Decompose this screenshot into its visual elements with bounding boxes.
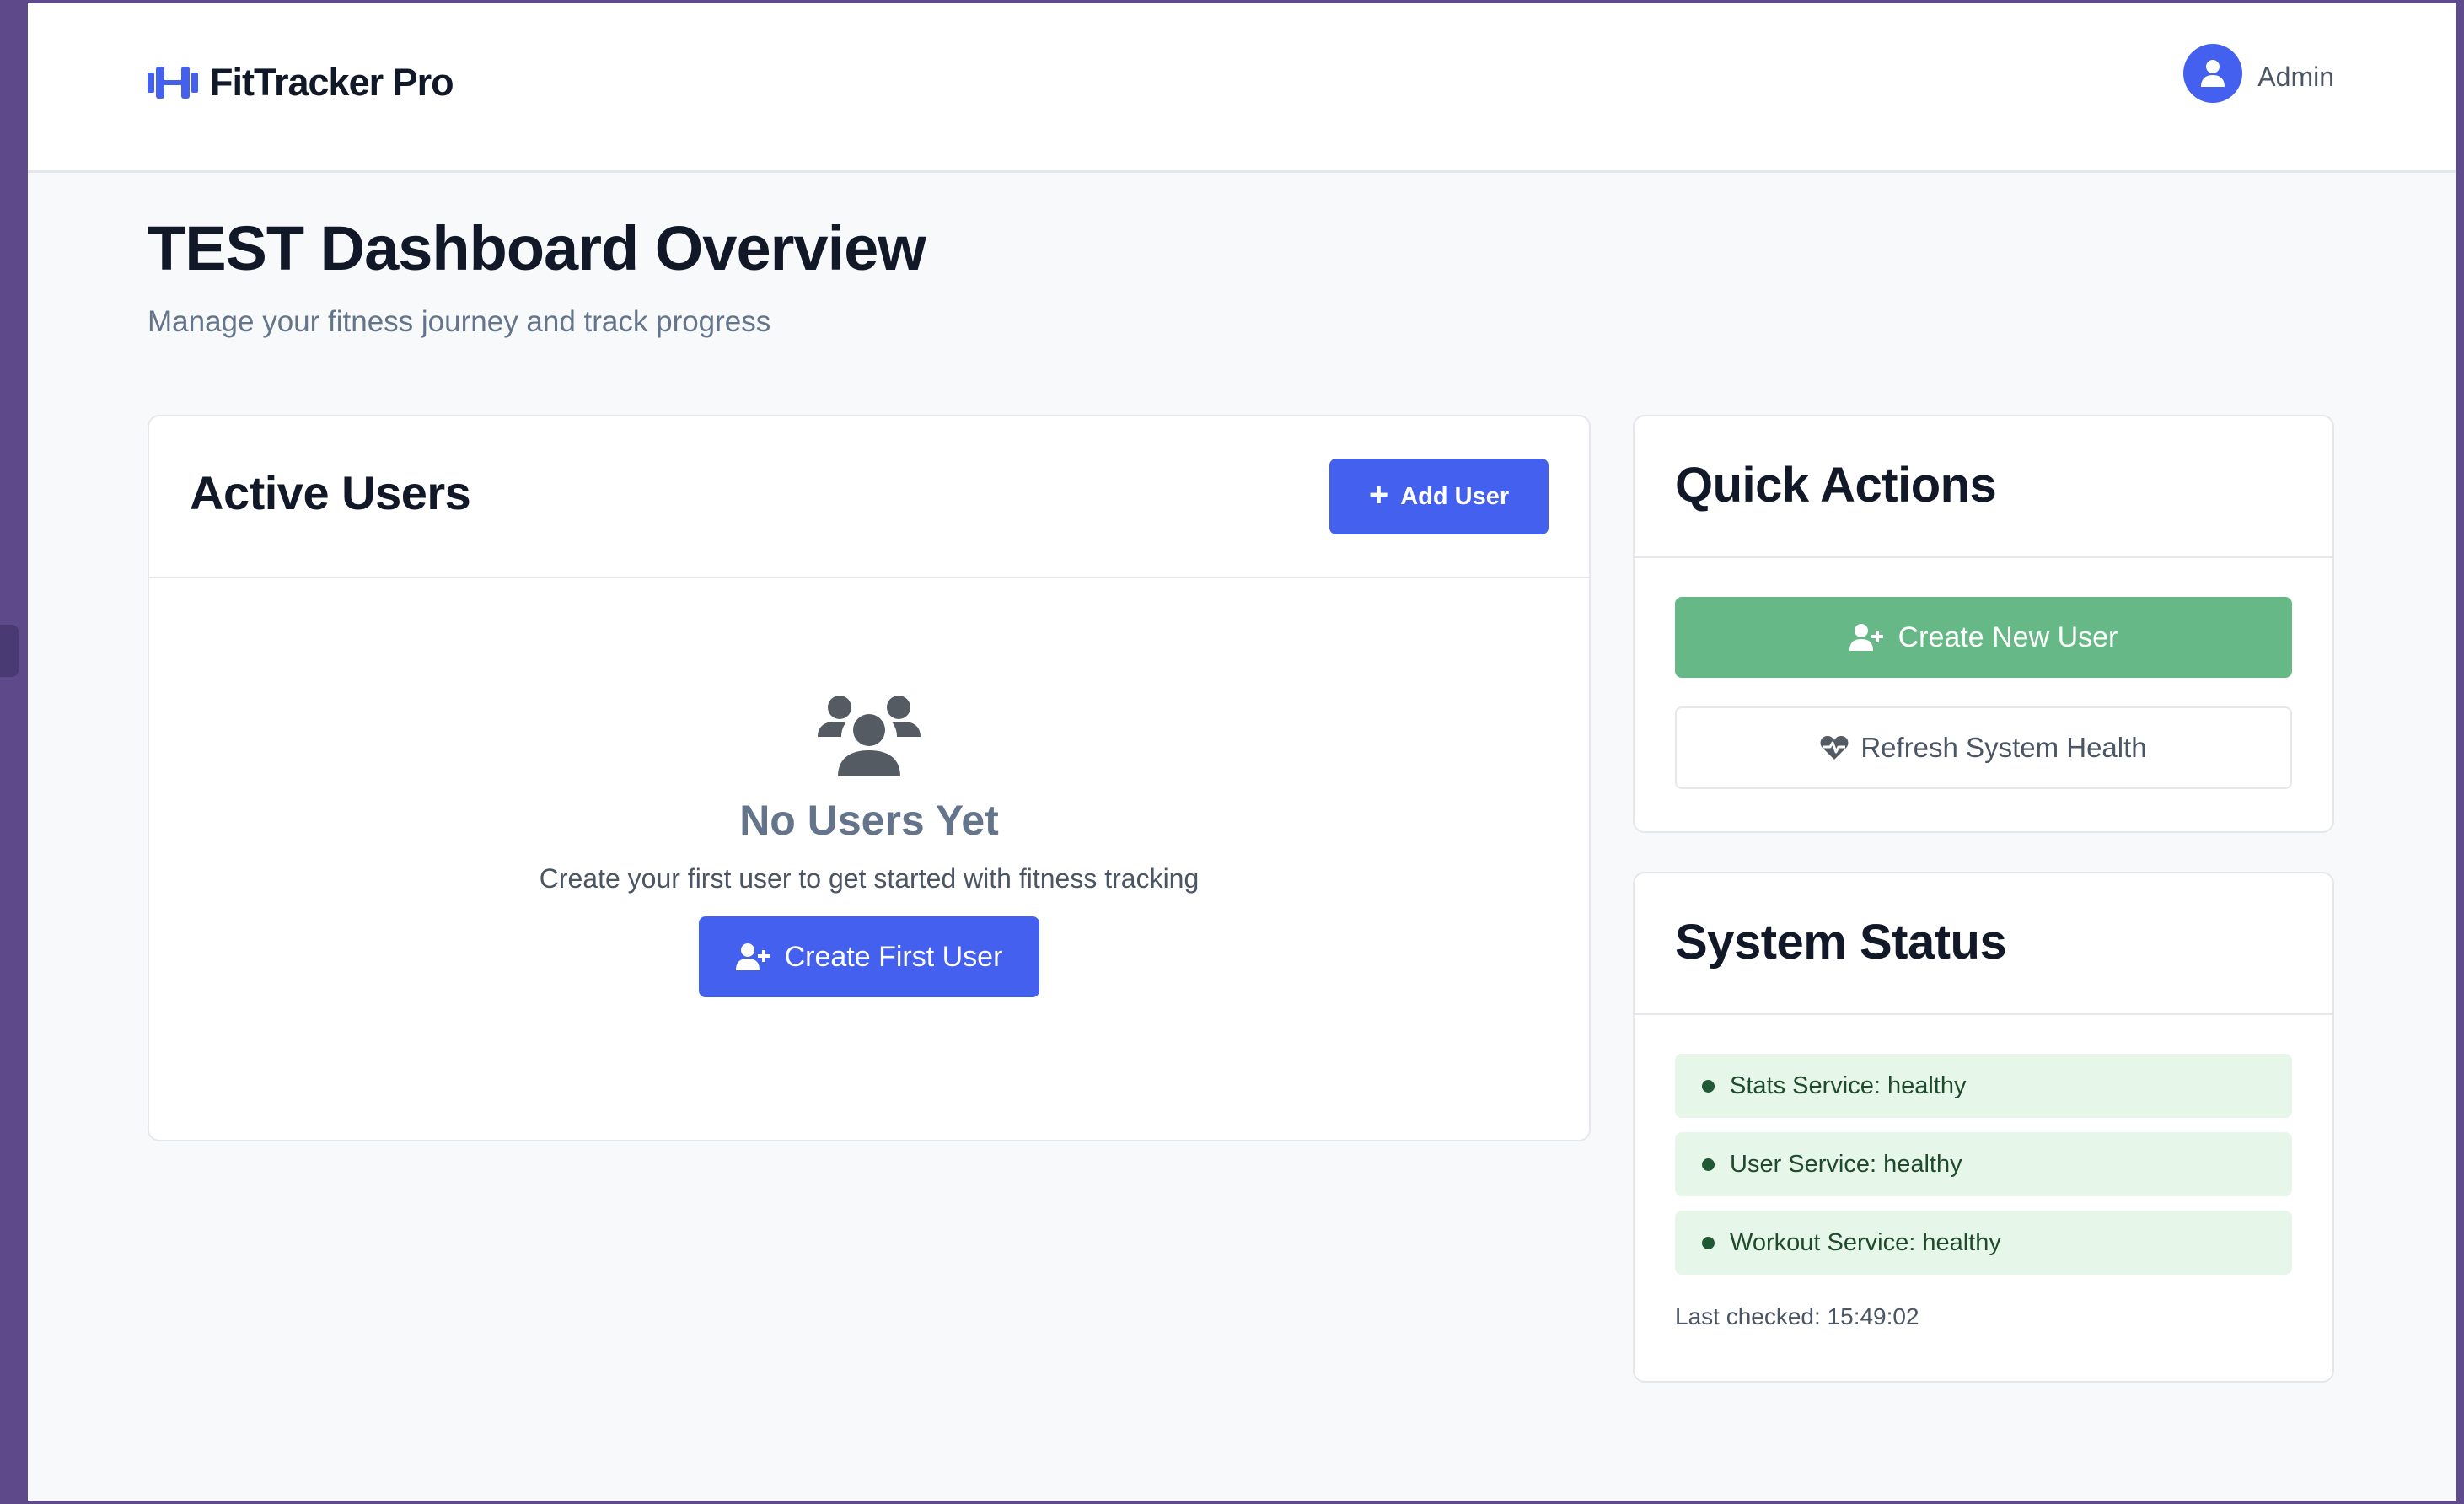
- quick-actions-card: Quick Actions Create New User Refresh Sy…: [1633, 415, 2334, 833]
- service-status-label: Workout Service: healthy: [1730, 1228, 2001, 1256]
- top-navbar: FitTracker Pro Admin: [28, 3, 2456, 173]
- user-icon: [2201, 60, 2225, 87]
- quick-actions-title: Quick Actions: [1675, 458, 1997, 513]
- active-users-card: Active Users + Add User No Users Yet Cre…: [148, 415, 1591, 1141]
- plus-icon: +: [1368, 476, 1389, 513]
- service-status-item: User Service: healthy: [1675, 1132, 2292, 1196]
- refresh-system-health-label: Refresh System Health: [1860, 732, 2147, 763]
- system-status-card: System Status Stats Service: healthy Use…: [1633, 872, 2334, 1383]
- user-menu[interactable]: Admin: [2183, 44, 2334, 103]
- create-new-user-label: Create New User: [1898, 620, 2118, 653]
- status-dot-icon: [1702, 1158, 1715, 1171]
- service-status-label: Stats Service: healthy: [1730, 1072, 1967, 1099]
- last-checked-timestamp: Last checked: 15:49:02: [1675, 1303, 1919, 1329]
- create-first-user-label: Create First User: [784, 940, 1003, 973]
- brand[interactable]: FitTracker Pro: [148, 61, 454, 105]
- service-status-label: User Service: healthy: [1730, 1150, 1962, 1178]
- system-status-title: System Status: [1675, 915, 2007, 970]
- active-users-header: Active Users + Add User: [149, 416, 1589, 578]
- side-drawer-handle[interactable]: [0, 625, 19, 677]
- heart-pulse-icon: [1820, 736, 1849, 760]
- service-status-item: Stats Service: healthy: [1675, 1054, 2292, 1118]
- create-new-user-button[interactable]: Create New User: [1675, 597, 2292, 678]
- refresh-system-health-button[interactable]: Refresh System Health: [1675, 706, 2292, 789]
- user-plus-icon: [735, 943, 770, 970]
- system-status-header: System Status: [1635, 873, 2332, 1015]
- status-dot-icon: [1702, 1079, 1715, 1093]
- service-status-list: Stats Service: healthy User Service: hea…: [1675, 1054, 2292, 1289]
- window-left-edge: [0, 0, 28, 1504]
- service-status-item: Workout Service: healthy: [1675, 1211, 2292, 1275]
- empty-state-title: No Users Yet: [739, 797, 999, 844]
- add-user-button[interactable]: + Add User: [1329, 459, 1549, 534]
- page-title: TEST Dashboard Overview: [148, 213, 926, 283]
- page-subtitle: Manage your fitness journey and track pr…: [148, 305, 771, 338]
- brand-name: FitTracker Pro: [210, 61, 454, 104]
- status-dot-icon: [1702, 1236, 1715, 1249]
- user-name: Admin: [2257, 61, 2334, 92]
- create-first-user-button[interactable]: Create First User: [699, 916, 1039, 997]
- app-window: FitTracker Pro Admin TEST Dashboard Over…: [28, 3, 2456, 1501]
- add-user-label: Add User: [1400, 482, 1510, 510]
- dumbbell-icon: [148, 65, 198, 100]
- quick-actions-header: Quick Actions: [1635, 416, 2332, 558]
- active-users-title: Active Users: [190, 466, 471, 519]
- empty-state: No Users Yet Create your first user to g…: [149, 695, 1589, 997]
- user-plus-icon: [1849, 624, 1883, 651]
- empty-state-description: Create your first user to get started wi…: [539, 863, 1200, 894]
- avatar[interactable]: [2183, 44, 2243, 103]
- users-icon: [818, 696, 921, 776]
